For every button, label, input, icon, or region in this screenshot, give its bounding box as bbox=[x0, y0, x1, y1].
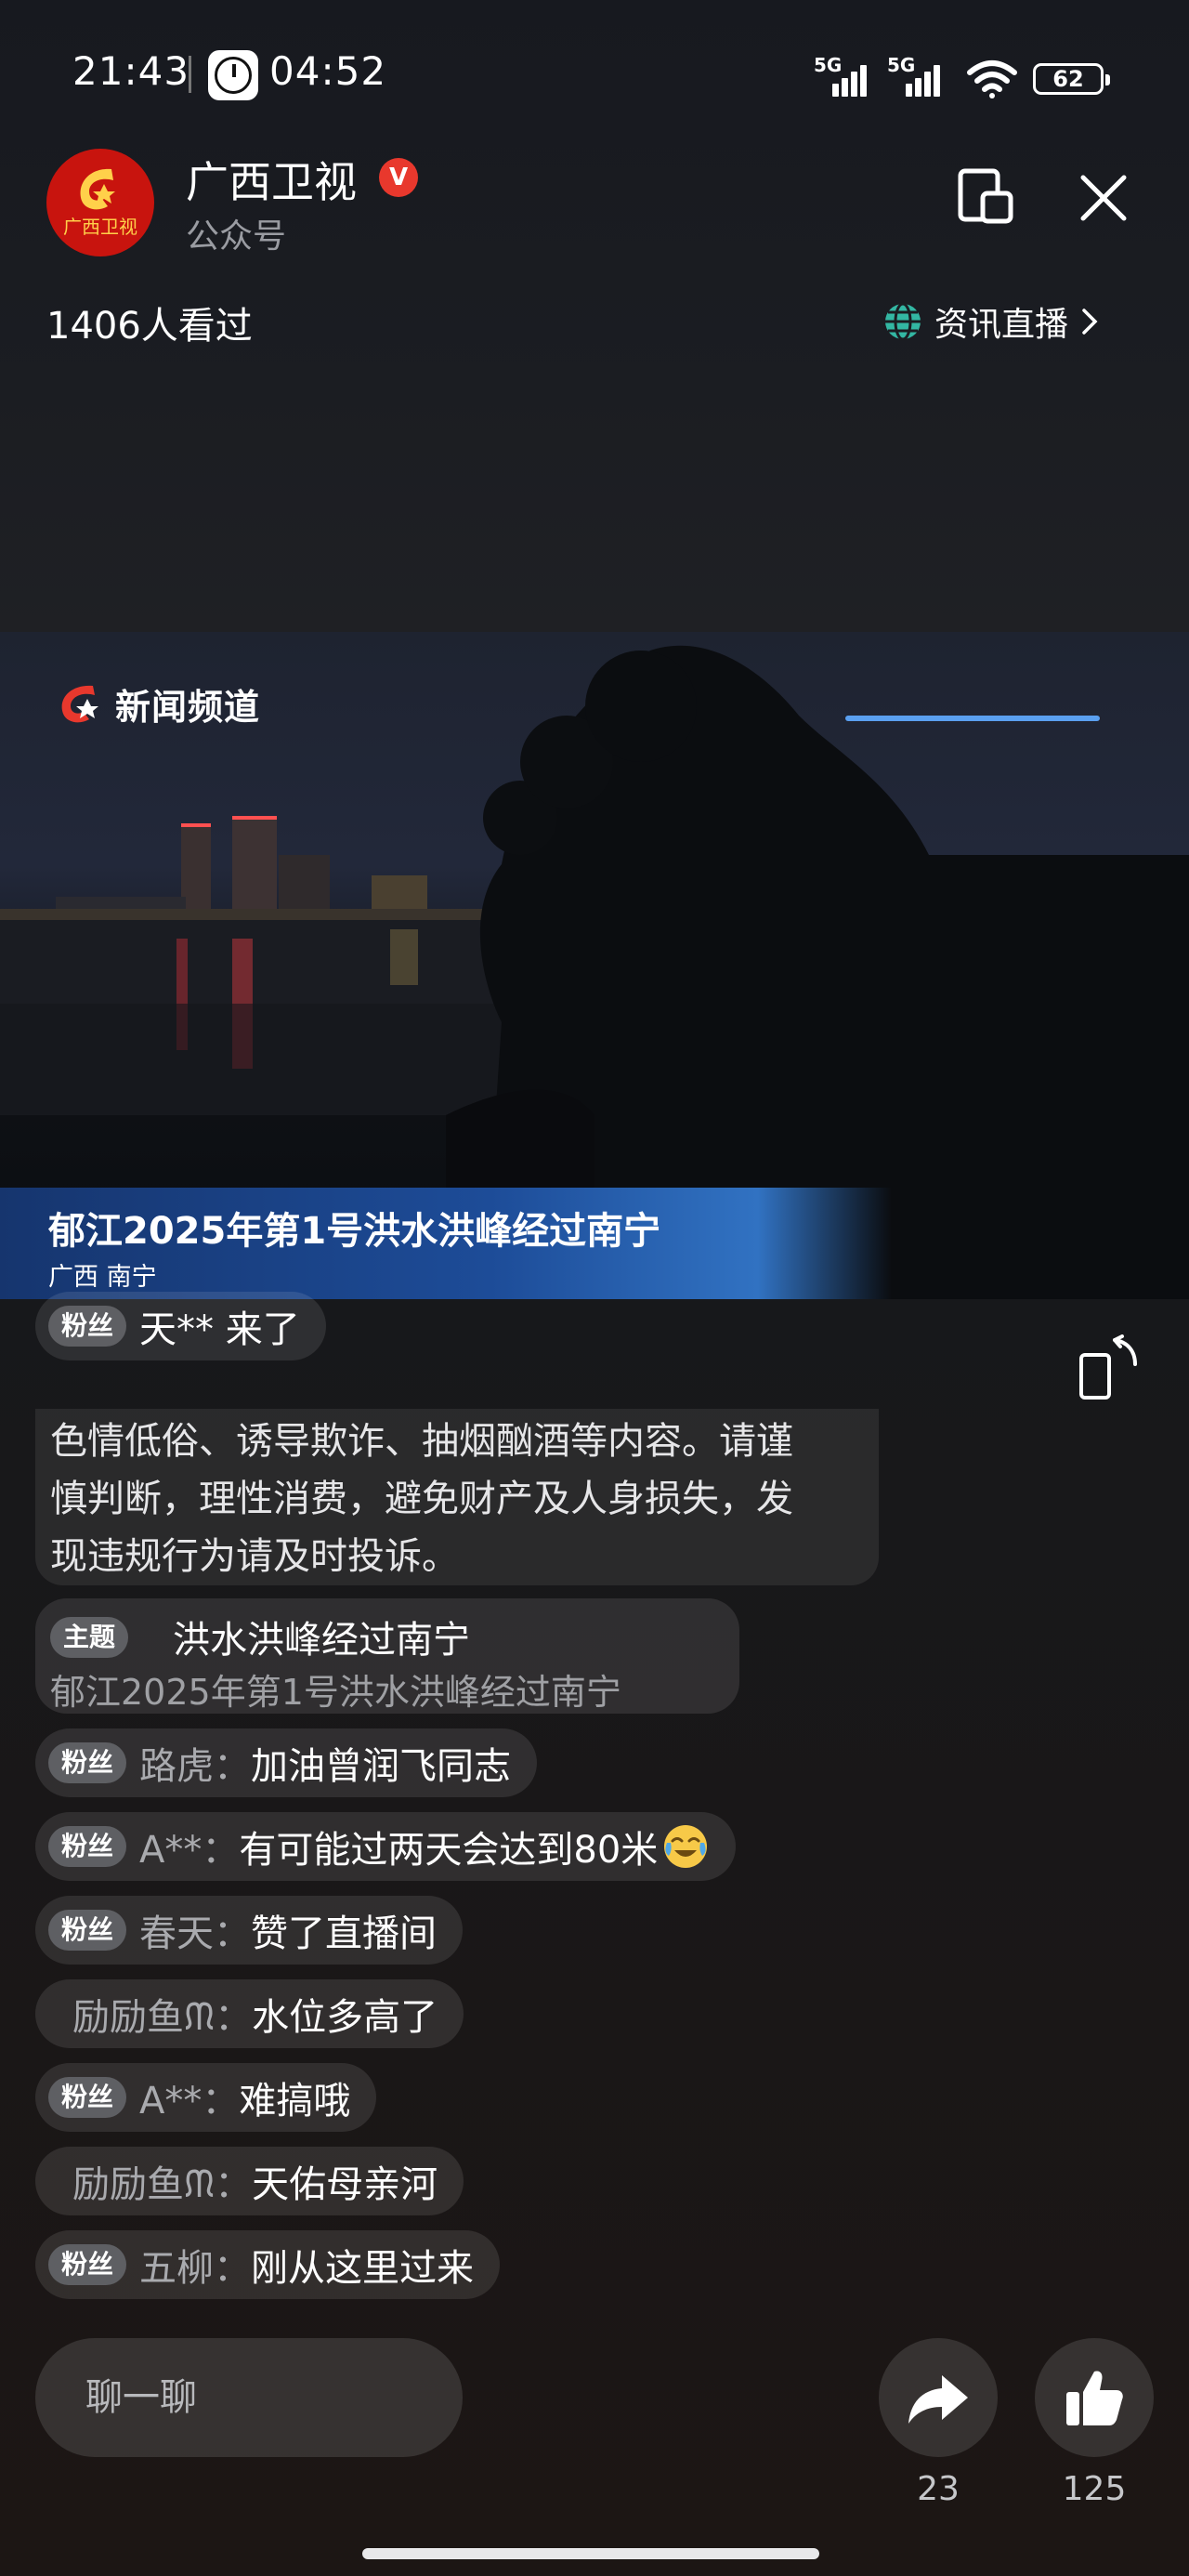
channel-type: 公众号 bbox=[186, 217, 287, 256]
notice-line: 慎判断，理性消费，避免财产及人身损失，发 bbox=[50, 1478, 793, 1520]
notice-line: 色情低俗、诱导欺诈、抽烟酗酒等内容。请谨 bbox=[50, 1420, 793, 1463]
news-channel-logo-text: 新闻频道 bbox=[115, 687, 261, 728]
picture-in-picture-icon[interactable] bbox=[957, 167, 1016, 227]
chat-message: 粉丝 A**： 有可能过两天会达到80米 bbox=[35, 1812, 737, 1881]
status-separator bbox=[189, 56, 191, 93]
channel-avatar[interactable]: 广西卫视 bbox=[46, 149, 154, 256]
like-button[interactable] bbox=[1035, 2338, 1154, 2457]
safety-notice: 色情低俗、诱导欺诈、抽烟酗酒等内容。请谨 慎判断，理性消费，避免财产及人身损失，… bbox=[35, 1409, 879, 1585]
fan-badge: 粉丝 bbox=[48, 1742, 127, 1783]
clock-icon bbox=[208, 50, 258, 100]
chat-message-text: 水位多高了 bbox=[252, 1996, 438, 2039]
chat-message-text: 刚从这里过来 bbox=[251, 2247, 475, 2290]
status-timer: 04:52 bbox=[269, 48, 387, 94]
news-live-link[interactable]: 资讯直播 bbox=[882, 296, 1098, 348]
notice-line: 现违规行为请及时投诉。 bbox=[50, 1535, 459, 1578]
chat-username[interactable]: A**： bbox=[139, 1820, 239, 1873]
viewer-count: 1406人看过 bbox=[46, 305, 253, 348]
chevron-right-icon bbox=[1082, 309, 1098, 335]
signal-icon: 5G bbox=[887, 54, 945, 97]
live-video-player[interactable]: 新闻频道 郁江2025年第1号洪水洪峰经过南宁 广西 南宁 bbox=[0, 632, 1189, 1299]
chat-message-text: 天** 来了 bbox=[139, 1308, 300, 1351]
laugh-cry-emoji-icon bbox=[664, 1825, 708, 1868]
battery-icon: 62 bbox=[1033, 63, 1110, 95]
like-count: 125 bbox=[1062, 2470, 1127, 2508]
share-button[interactable] bbox=[879, 2338, 998, 2457]
channel-name[interactable]: 广西卫视 bbox=[186, 149, 357, 210]
chat-username[interactable]: 励励鱼ᙏ： bbox=[72, 2154, 252, 2208]
chat-message: 粉丝 五柳： 刚从这里过来 bbox=[35, 2230, 501, 2299]
chat-message: 励励鱼ᙏ： 水位多高了 bbox=[35, 1979, 464, 2048]
fan-badge: 粉丝 bbox=[48, 2244, 127, 2285]
video-progress-bar bbox=[845, 716, 1100, 721]
chat-username[interactable]: 励励鱼ᙏ： bbox=[72, 1987, 252, 2041]
chat-message: 粉丝 天** 来了 bbox=[35, 1292, 326, 1360]
network-type-label: 5G bbox=[814, 54, 843, 76]
news-live-label: 资讯直播 bbox=[934, 306, 1069, 344]
chat-username[interactable]: 春天： bbox=[139, 1903, 251, 1957]
fan-badge: 粉丝 bbox=[48, 1910, 127, 1951]
wifi-icon bbox=[967, 60, 1017, 99]
video-caption-location: 广西 南宁 bbox=[48, 1263, 157, 1292]
video-caption-title: 郁江2025年第1号洪水洪峰经过南宁 bbox=[48, 1210, 661, 1253]
fan-badge: 粉丝 bbox=[48, 2077, 127, 2118]
share-icon bbox=[908, 2375, 968, 2424]
share-count: 23 bbox=[917, 2470, 960, 2508]
chat-input[interactable]: 聊一聊 bbox=[35, 2338, 463, 2457]
globe-icon bbox=[885, 302, 921, 341]
avatar-label: 广西卫视 bbox=[63, 216, 137, 238]
topic-title: 洪水洪峰经过南宁 bbox=[173, 1619, 470, 1662]
home-indicator[interactable] bbox=[362, 2548, 819, 2559]
rotate-screen-icon[interactable] bbox=[1078, 1334, 1141, 1401]
video-caption-banner: 郁江2025年第1号洪水洪峰经过南宁 广西 南宁 bbox=[0, 1188, 892, 1299]
verified-icon: V bbox=[379, 158, 418, 197]
chat-message: 粉丝 春天： 赞了直播间 bbox=[35, 1896, 464, 1965]
chat-message-text: 加油曾润飞同志 bbox=[251, 1745, 512, 1788]
status-time: 21:43 bbox=[72, 48, 190, 94]
chat-message-text: 有可能过两天会达到80米 bbox=[239, 1829, 659, 1872]
fan-badge: 粉丝 bbox=[48, 1306, 127, 1347]
status-bar: 21:43 04:52 5G 5G 62 bbox=[0, 0, 1189, 139]
fan-badge: 粉丝 bbox=[48, 1826, 127, 1867]
chat-message: 粉丝 A**： 难搞哦 bbox=[35, 2063, 377, 2132]
news-channel-logo-icon bbox=[61, 685, 98, 722]
chat-message: 励励鱼ᙏ： 天佑母亲河 bbox=[35, 2147, 464, 2215]
chat-message-text: 天佑母亲河 bbox=[252, 2163, 438, 2206]
chat-message-text: 赞了直播间 bbox=[251, 1912, 438, 1955]
topic-subtitle: 郁江2025年第1号洪水洪峰经过南宁 bbox=[50, 1672, 621, 1713]
chat-username[interactable]: 路虎： bbox=[139, 1736, 251, 1790]
signal-icon: 5G bbox=[814, 54, 871, 97]
guangxi-tv-logo-icon bbox=[80, 168, 115, 210]
chat-message: 粉丝 路虎： 加油曾润飞同志 bbox=[35, 1728, 538, 1797]
news-channel-logo: 新闻频道 bbox=[56, 678, 260, 729]
topic-card[interactable]: 主题 洪水洪峰经过南宁 郁江2025年第1号洪水洪峰经过南宁 bbox=[35, 1598, 739, 1714]
chat-username[interactable]: 五柳： bbox=[139, 2238, 251, 2292]
topic-badge: 主题 bbox=[50, 1617, 129, 1658]
chat-message-text: 难搞哦 bbox=[239, 2080, 351, 2123]
close-icon[interactable] bbox=[1078, 172, 1130, 224]
network-type-label: 5G bbox=[887, 54, 916, 76]
chat-username[interactable]: A**： bbox=[139, 2070, 239, 2124]
like-icon bbox=[1066, 2371, 1123, 2425]
